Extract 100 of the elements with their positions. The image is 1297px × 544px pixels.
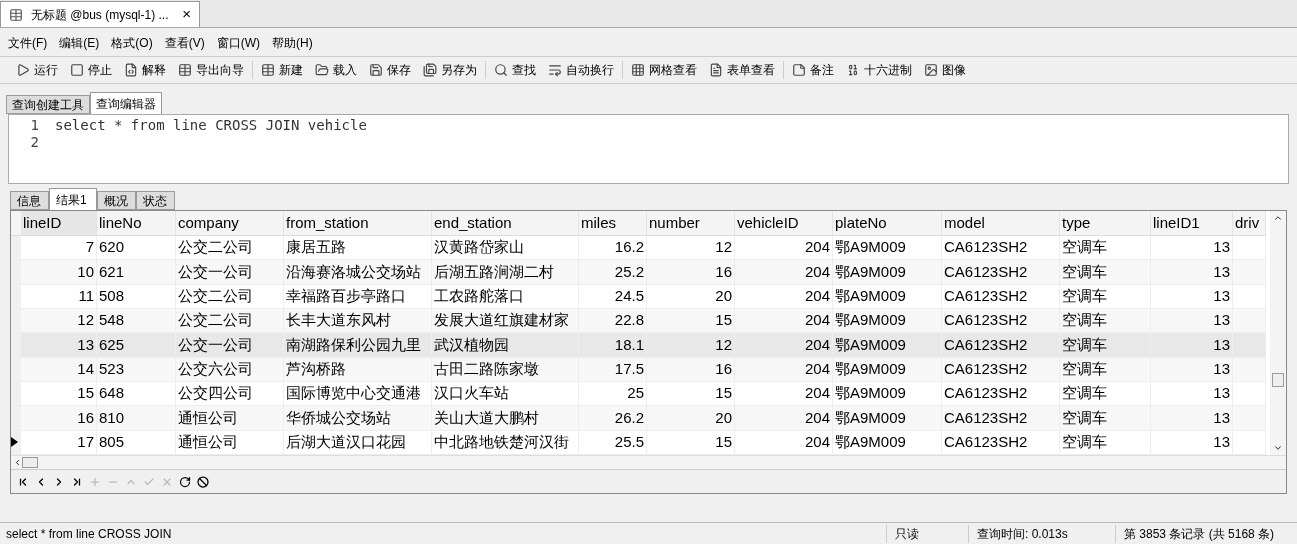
column-header[interactable]: lineNo bbox=[97, 211, 176, 235]
column-header[interactable]: end_station bbox=[432, 211, 579, 235]
toolbar-button[interactable]: 备注 bbox=[792, 61, 834, 79]
table-cell: 空调车 bbox=[1060, 235, 1151, 260]
table-cell: 17.5 bbox=[579, 357, 647, 381]
toolbar-button[interactable]: 另存为 bbox=[423, 61, 477, 79]
column-header[interactable]: type bbox=[1060, 211, 1151, 235]
scroll-down-icon[interactable] bbox=[1273, 443, 1283, 453]
table-row[interactable]: 13 625 公交一公司 南湖路保利公园九里 武汉植物园 18.1 12 204 鄂A9M009 CA6123SH2 空调车 13 bbox=[11, 333, 1266, 358]
table-cell: 13 bbox=[21, 333, 97, 357]
table-cell: 13 bbox=[1151, 308, 1233, 333]
search-icon bbox=[494, 63, 508, 77]
table-cell: 12 bbox=[647, 235, 735, 260]
table-row[interactable]: 15 648 公交四公司 国际博览中心交通港 汉口火车站 25 15 204 鄂A9M009 CA6123SH2 空调车 13 bbox=[11, 382, 1266, 407]
column-header[interactable]: lineID1 bbox=[1151, 211, 1233, 235]
table-row[interactable]: 16 810 通恒公司 华侨城公交场站 关山大道大鹏村 26.2 20 204 鄂A9M009 CA6123SH2 空调车 13 bbox=[11, 406, 1266, 431]
toolbar-button[interactable]: 图像 bbox=[924, 61, 966, 79]
table-cell: 10 bbox=[21, 260, 97, 284]
menu-item[interactable]: 格式(O) bbox=[111, 34, 153, 52]
table-cell: 鄂A9M009 bbox=[833, 406, 942, 430]
toolbar-button[interactable]: 运行 bbox=[16, 61, 58, 79]
table-cell: 鄂A9M009 bbox=[833, 333, 942, 357]
scrollbar-thumb[interactable] bbox=[1272, 373, 1284, 387]
table-cell: 公交二公司 bbox=[176, 308, 284, 333]
column-header[interactable]: number bbox=[647, 211, 735, 235]
hex-icon bbox=[846, 63, 860, 77]
menu-item[interactable]: 窗口(W) bbox=[216, 34, 260, 52]
table-cell: 16.2 bbox=[579, 235, 647, 260]
toolbar-button[interactable]: 网格查看 bbox=[631, 61, 697, 79]
table-cell: 204 bbox=[735, 382, 833, 406]
toolbar-button[interactable]: 查找 bbox=[494, 61, 536, 79]
column-header[interactable]: from_station bbox=[284, 211, 432, 235]
scroll-left-icon[interactable] bbox=[13, 458, 22, 467]
table-cell: CA6123SH2 bbox=[942, 406, 1060, 430]
menu-item[interactable]: 编辑(E) bbox=[59, 34, 100, 52]
table-cell: 20 bbox=[647, 406, 735, 430]
table-row[interactable]: 17 805 通恒公司 后湖大道汉口花园 中北路地铁楚河汉街 25.5 15 204 鄂A9M009 CA6123SH2 空调车 13 bbox=[11, 430, 1266, 455]
toolbar-button[interactable]: 载入 bbox=[315, 61, 357, 79]
save-as-icon bbox=[423, 63, 437, 77]
horizontal-scrollbar[interactable] bbox=[11, 455, 1286, 469]
table-cell: 204 bbox=[735, 308, 833, 333]
column-header[interactable]: company bbox=[176, 211, 284, 235]
toolbar-button[interactable]: 停止 bbox=[70, 61, 112, 79]
toolbar-button[interactable]: 表单查看 bbox=[709, 61, 775, 79]
result-tab[interactable]: 结果1 bbox=[49, 188, 97, 210]
table-row[interactable]: 11 508 公交二公司 幸福路百步亭路口 工农路舵落口 24.5 20 204 鄂A9M009 CA6123SH2 空调车 13 bbox=[11, 284, 1266, 309]
column-header[interactable]: vehicleID bbox=[735, 211, 833, 235]
table-cell: 20 bbox=[647, 284, 735, 308]
result-tab[interactable]: 概况 bbox=[97, 191, 136, 210]
scrollbar-thumb[interactable] bbox=[22, 457, 38, 468]
table-cell: 公交二公司 bbox=[176, 235, 284, 260]
menu-item[interactable]: 查看(V) bbox=[164, 34, 205, 52]
toolbar-button[interactable]: 导出向导 bbox=[178, 61, 244, 79]
toolbar-button[interactable]: 十六进制 bbox=[846, 61, 912, 79]
toolbar-button[interactable]: 解释 bbox=[124, 61, 166, 79]
table-cell: CA6123SH2 bbox=[942, 382, 1060, 406]
result-tab[interactable]: 状态 bbox=[136, 191, 175, 210]
table-cell: CA6123SH2 bbox=[942, 357, 1060, 381]
editor-tab[interactable]: 查询创建工具 bbox=[6, 95, 90, 114]
close-button[interactable]: × bbox=[182, 3, 191, 26]
vertical-scrollbar[interactable] bbox=[1270, 211, 1286, 455]
table-cell: 发展大道红旗建材家 bbox=[432, 308, 579, 333]
column-header[interactable]: plateNo bbox=[833, 211, 942, 235]
sql-editor[interactable]: 1 select * from line CROSS JOIN vehicle 2 bbox=[8, 114, 1289, 184]
toolbar-button[interactable]: 自动换行 bbox=[548, 61, 614, 79]
table-cell: 鄂A9M009 bbox=[833, 357, 942, 381]
refresh-icon[interactable] bbox=[179, 475, 191, 488]
menu-item[interactable]: 文件(F) bbox=[8, 34, 48, 52]
first-icon[interactable] bbox=[17, 475, 29, 488]
table-cell: 空调车 bbox=[1060, 382, 1151, 406]
table-cell: CA6123SH2 bbox=[942, 235, 1060, 260]
table-cell: 15 bbox=[647, 308, 735, 333]
column-header[interactable]: miles bbox=[579, 211, 647, 235]
column-header[interactable]: model bbox=[942, 211, 1060, 235]
table-cell: 805 bbox=[97, 430, 176, 454]
menu-item[interactable]: 帮助(H) bbox=[272, 34, 313, 52]
last-icon[interactable] bbox=[71, 475, 83, 488]
table-cell: 幸福路百步亭路口 bbox=[284, 284, 432, 308]
table-cell: 13 bbox=[1151, 284, 1233, 308]
table-row[interactable]: 14 523 公交六公司 芦沟桥路 古田二路陈家墩 17.5 16 204 鄂A9M009 CA6123SH2 空调车 13 bbox=[11, 357, 1266, 382]
toolbar-button[interactable]: 新建 bbox=[261, 61, 303, 79]
toolbar-button[interactable]: 保存 bbox=[369, 61, 411, 79]
editor-tab[interactable]: 查询编辑器 bbox=[90, 92, 162, 114]
table-cell: 204 bbox=[735, 284, 833, 308]
scroll-up-icon[interactable] bbox=[1273, 213, 1283, 223]
run-icon bbox=[16, 63, 30, 77]
table-cell: 康居五路 bbox=[284, 235, 432, 260]
window-tab[interactable]: 无标题 @bus (mysql-1) ... × bbox=[0, 1, 200, 27]
table-row[interactable]: 7 620 公交二公司 康居五路 汉黄路岱家山 16.2 12 204 鄂A9M009 CA6123SH2 空调车 13 bbox=[11, 235, 1266, 261]
table-row[interactable]: 10 621 公交一公司 沿海赛洛城公交场站 后湖五路涧湖二村 25.2 16 204 鄂A9M009 CA6123SH2 空调车 13 bbox=[11, 260, 1266, 285]
column-header[interactable]: driv bbox=[1233, 211, 1266, 235]
stop-icon[interactable] bbox=[197, 475, 209, 488]
table-cell: 204 bbox=[735, 260, 833, 284]
table-cell: 204 bbox=[735, 430, 833, 454]
table-row[interactable]: 12 548 公交二公司 长丰大道东风村 发展大道红旗建材家 22.8 15 204 鄂A9M009 CA6123SH2 空调车 13 bbox=[11, 308, 1266, 334]
table-cell: 空调车 bbox=[1060, 406, 1151, 430]
table-cell: 空调车 bbox=[1060, 260, 1151, 284]
result-tab[interactable]: 信息 bbox=[10, 191, 49, 210]
column-header[interactable]: lineID bbox=[21, 211, 97, 235]
table-cell: 22.8 bbox=[579, 308, 647, 333]
